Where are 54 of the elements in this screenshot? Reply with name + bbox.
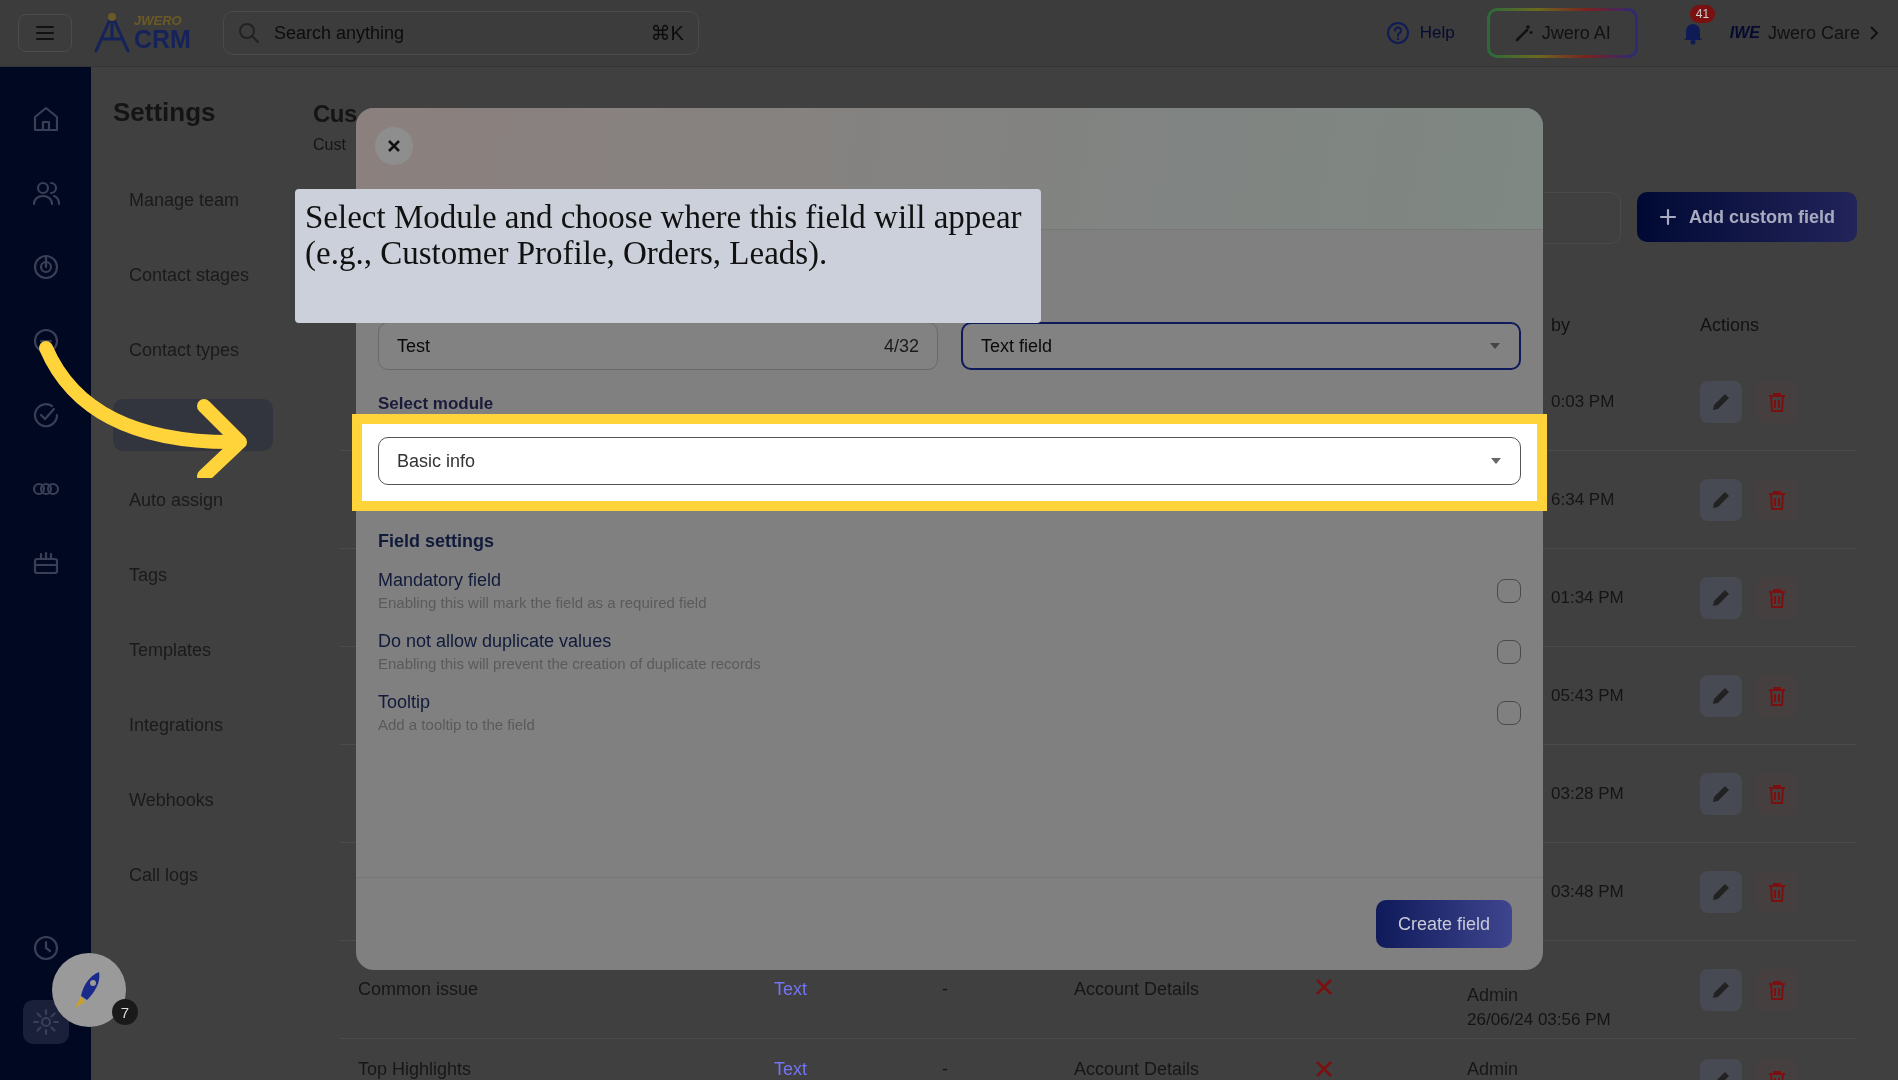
delete-button[interactable] (1756, 478, 1798, 521)
field-name-input[interactable]: Test 4/32 (378, 322, 938, 370)
setting-checkbox[interactable] (1497, 639, 1521, 664)
delete-button[interactable] (1756, 380, 1798, 423)
launcher-badge: 7 (112, 999, 138, 1025)
trash-icon (1768, 391, 1786, 412)
setting-checkbox[interactable] (1497, 578, 1521, 603)
module-select[interactable]: Basic info (378, 437, 1521, 485)
table-cell-text: - (942, 1059, 949, 1080)
trash-icon (1768, 489, 1786, 510)
caret-icon (1489, 342, 1501, 350)
edit-button[interactable] (1700, 380, 1742, 423)
menu-button[interactable] (18, 14, 72, 52)
edit-button[interactable] (1700, 968, 1742, 1011)
table-cell-text: - (942, 979, 949, 1000)
section-title: Field settings (378, 531, 495, 552)
logo-icon (92, 11, 132, 55)
delete-button[interactable] (1756, 968, 1798, 1011)
table-cell-text: Text (774, 979, 808, 1000)
account-logo: IWE (1729, 24, 1760, 42)
trash-icon (1768, 979, 1786, 1000)
close-button[interactable] (375, 127, 413, 165)
setting-title: Tooltip (378, 692, 432, 713)
delete-button[interactable] (1756, 576, 1798, 619)
setting-title: Mandatory field (378, 570, 503, 591)
edit-button[interactable] (1700, 674, 1742, 717)
edit-button[interactable] (1700, 576, 1742, 619)
notification-count: 41 (1689, 5, 1716, 23)
trash-icon (1768, 881, 1786, 902)
field-label: Select module (378, 394, 495, 414)
tour-tooltip: Select Module and choose where this field will appear (e.g., Customer Profile, Orders, Leads). (295, 189, 1041, 323)
trash-icon (1768, 587, 1786, 608)
edit-button[interactable] (1700, 870, 1742, 913)
create-field-button[interactable]: Create field (1375, 900, 1512, 948)
help-icon (1385, 21, 1410, 45)
setting-checkbox[interactable] (1497, 700, 1521, 725)
chevron-right-icon[interactable] (1868, 25, 1880, 41)
table-cell-text: Text (774, 1059, 808, 1080)
trash-icon (1768, 783, 1786, 804)
setting-title: Do not allow duplicate values (378, 631, 613, 652)
delete-button[interactable] (1756, 870, 1798, 913)
wand-icon (1513, 23, 1534, 43)
field-type-select[interactable]: Text field (961, 322, 1521, 370)
add-custom-field-button[interactable]: Add custom field (1637, 192, 1857, 242)
close-icon (387, 139, 401, 153)
delete-button[interactable] (1756, 674, 1798, 717)
search-icon (237, 22, 260, 44)
delete-button[interactable] (1756, 772, 1798, 815)
trash-icon (1768, 685, 1786, 706)
plus-icon (1659, 208, 1677, 226)
edit-button[interactable] (1700, 772, 1742, 815)
edit-button[interactable] (1700, 478, 1742, 521)
caret-icon (1490, 457, 1502, 465)
menu-icon (35, 25, 55, 41)
